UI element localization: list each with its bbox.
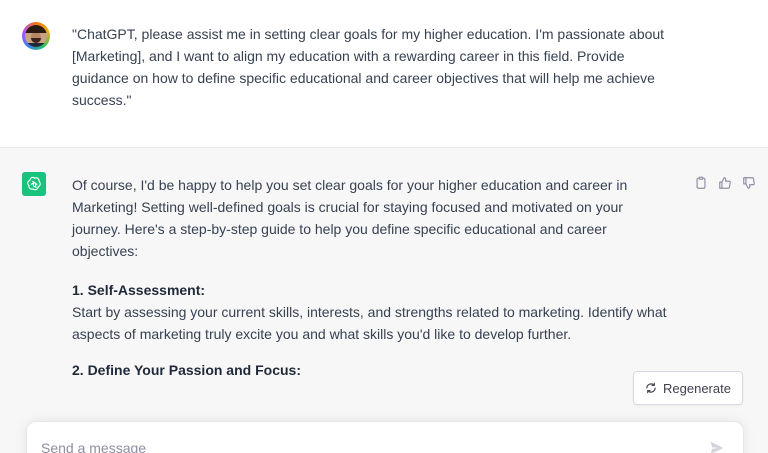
user-message-text: "ChatGPT, please assist me in setting cl…: [72, 26, 665, 108]
regenerate-button[interactable]: Regenerate: [633, 371, 743, 405]
user-message: "ChatGPT, please assist me in setting cl…: [0, 0, 768, 148]
copy-icon[interactable]: [694, 176, 708, 190]
assistant-intro-paragraph: Of course, I'd be happy to help you set …: [72, 177, 628, 259]
assistant-message: Of course, I'd be happy to help you set …: [0, 148, 768, 453]
step-2-heading: 2. Define Your Passion and Focus:: [72, 362, 301, 378]
thumbs-up-icon[interactable]: [718, 176, 732, 190]
assistant-message-text: Of course, I'd be happy to help you set …: [72, 174, 672, 381]
send-button[interactable]: [707, 438, 727, 453]
send-icon: [710, 441, 724, 453]
chatgpt-logo-icon: [22, 172, 46, 196]
step-1-text: Start by assessing your current skills, …: [72, 304, 667, 342]
message-composer: [26, 421, 744, 453]
user-avatar: [22, 22, 50, 50]
message-actions: [694, 176, 756, 190]
regenerate-label: Regenerate: [663, 380, 731, 396]
thumbs-down-icon[interactable]: [742, 176, 756, 190]
step-1-heading: 1. Self-Assessment:: [72, 282, 206, 298]
refresh-icon: [646, 382, 656, 394]
message-input[interactable]: [41, 440, 641, 453]
